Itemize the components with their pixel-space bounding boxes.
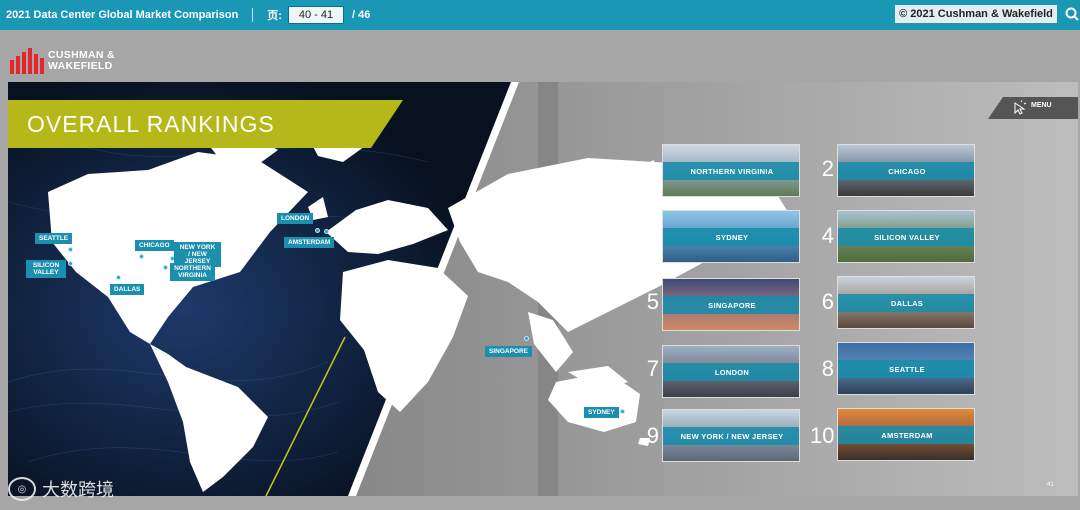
rank-number: 9 xyxy=(646,423,659,448)
logo-wordmark: CUSHMAN & WAKEFIELD xyxy=(48,49,115,72)
page-total: / 46 xyxy=(351,9,371,21)
page-heading: OVERALL RANKINGS xyxy=(27,111,275,137)
map-label-seattle[interactable]: SEATTLE xyxy=(35,233,73,244)
rank-number: 10 xyxy=(810,423,835,448)
search-icon[interactable] xyxy=(1064,6,1080,24)
copyright-button[interactable]: © 2021 Cushman & Wakefield xyxy=(895,5,1057,23)
document-viewer: CUSHMAN & WAKEFIELD OVERALL RANKINGS MEN… xyxy=(0,30,1080,510)
ranking-city-label: AMSTERDAM xyxy=(838,426,974,444)
page-number-input[interactable] xyxy=(287,6,344,24)
document-page-spread: OVERALL RANKINGS MENU SEATTLE SILICON VA… xyxy=(8,82,1078,496)
map-dot xyxy=(139,254,144,259)
watermark-logo-icon: ◎ xyxy=(8,477,36,501)
ranking-city-label: SYDNEY xyxy=(663,228,799,246)
map-dot xyxy=(315,228,320,233)
ranking-city-label: SILICON VALLEY xyxy=(838,228,974,246)
map-dot xyxy=(163,265,168,270)
map-label-london[interactable]: LONDON xyxy=(277,213,314,224)
rank-number: 5 xyxy=(646,289,659,314)
map-label-northern-virginia[interactable]: NORTHERN VIRGINIA xyxy=(170,263,215,281)
rank-number: 2 xyxy=(821,156,834,181)
watermark-text: 大数跨境 xyxy=(42,480,114,500)
ranking-card-6[interactable]: DALLAS xyxy=(837,276,975,329)
viewer-toolbar: 2021 Data Center Global Market Compariso… xyxy=(0,0,1080,30)
ranking-card-4[interactable]: SILICON VALLEY xyxy=(837,210,975,263)
ranking-card-10[interactable]: AMSTERDAM xyxy=(837,408,975,461)
watermark: ◎ 大数跨境 xyxy=(8,476,114,502)
map-label-sydney[interactable]: SYDNEY xyxy=(584,407,619,418)
map-dot xyxy=(68,261,73,266)
ranking-city-label: CHICAGO xyxy=(838,162,974,180)
rank-number: 8 xyxy=(821,356,834,381)
ranking-card-8[interactable]: SEATTLE xyxy=(837,342,975,395)
map-label-amsterdam[interactable]: AMSTERDAM xyxy=(284,237,335,248)
ranking-card-7[interactable]: LONDON xyxy=(662,345,800,398)
rank-number: 4 xyxy=(821,223,834,248)
map-label-dallas[interactable]: DALLAS xyxy=(110,284,145,295)
ranking-city-label: LONDON xyxy=(663,363,799,381)
map-label-singapore[interactable]: SINGAPORE xyxy=(485,346,533,357)
ranking-card-9[interactable]: NEW YORK / NEW JERSEY xyxy=(662,409,800,462)
map-dot xyxy=(116,275,121,280)
ranking-city-label: SINGAPORE xyxy=(663,296,799,314)
map-dot xyxy=(68,247,73,252)
map-dot xyxy=(524,336,529,341)
rank-number: 1 xyxy=(646,156,659,181)
ranking-card-3[interactable]: SYDNEY xyxy=(662,210,800,263)
logo-mark-icon xyxy=(10,48,44,74)
ranking-city-label: NORTHERN VIRGINIA xyxy=(663,162,799,180)
ranking-city-label: NEW YORK / NEW JERSEY xyxy=(663,427,799,445)
map-dot xyxy=(324,229,329,234)
rank-number: 6 xyxy=(821,289,834,314)
page-label: 页: xyxy=(267,10,282,22)
ranking-card-5[interactable]: SINGAPORE xyxy=(662,278,800,331)
map-label-chicago[interactable]: CHICAGO xyxy=(135,240,174,251)
menu-label: MENU xyxy=(1031,102,1052,109)
cushman-wakefield-logo: CUSHMAN & WAKEFIELD xyxy=(10,47,130,75)
ranking-card-2[interactable]: CHICAGO xyxy=(837,144,975,197)
cursor-click-icon xyxy=(1014,100,1027,115)
map-label-silicon-valley[interactable]: SILICON VALLEY xyxy=(26,260,66,278)
toolbar-divider xyxy=(252,8,254,22)
rank-number: 3 xyxy=(646,223,659,248)
ranking-card-1[interactable]: NORTHERN VIRGINIA xyxy=(662,144,800,197)
map-dot xyxy=(620,409,625,414)
ranking-city-label: SEATTLE xyxy=(838,360,974,378)
document-title: 2021 Data Center Global Market Compariso… xyxy=(6,9,239,21)
page-number: 41 xyxy=(1047,482,1054,488)
ranking-city-label: DALLAS xyxy=(838,294,974,312)
rank-number: 7 xyxy=(646,356,659,381)
